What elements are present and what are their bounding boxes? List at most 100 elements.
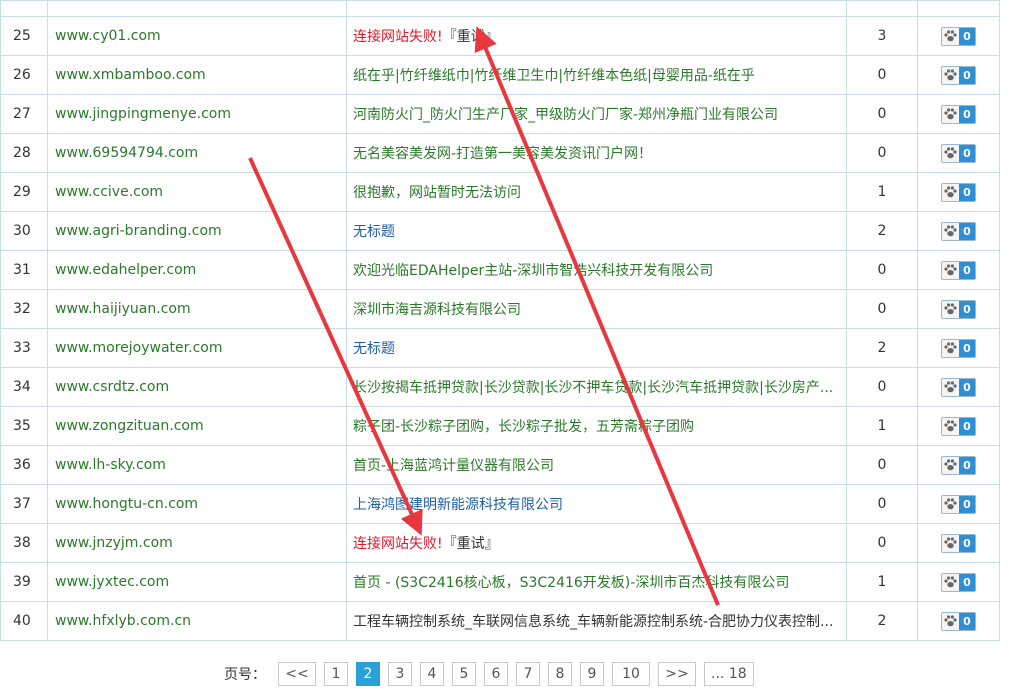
domain-link[interactable]: www.zongzituan.com [55, 418, 204, 434]
paw-button[interactable]: 0 [941, 611, 976, 631]
domain-link[interactable]: www.jnzyjm.com [55, 535, 173, 551]
link-count: 0 [846, 94, 918, 134]
page-button[interactable]: 3 [388, 662, 412, 686]
domain-link[interactable]: www.hfxlyb.com.cn [55, 613, 191, 629]
domain-cell: www.xmbamboo.com [47, 55, 347, 95]
domain-cell: www.agri-branding.com [47, 211, 347, 251]
domain-link[interactable]: www.lh-sky.com [55, 457, 166, 473]
domain-cell: www.ccive.com [47, 172, 347, 212]
prev-page-button[interactable]: << [278, 662, 316, 686]
site-title-cell: 无标题 [346, 328, 847, 368]
link-count: 0 [846, 445, 918, 485]
retry-link[interactable]: 『重试』 [443, 29, 499, 45]
paw-icon [942, 262, 959, 279]
page-button[interactable]: 4 [420, 662, 444, 686]
paw-button[interactable]: 0 [941, 338, 976, 358]
row-number: 40 [0, 601, 48, 641]
domain-cell: www.zongzituan.com [47, 406, 347, 446]
paw-button[interactable]: 0 [941, 572, 976, 592]
site-title-cell: 欢迎光临EDAHelper主站-深圳市智浩兴科技开发有限公司 [346, 250, 847, 290]
row-number: 25 [0, 16, 48, 56]
table-row: 33 www.morejoywater.com 无标题 2 0 [0, 328, 1000, 368]
site-title: 河南防火门_防火门生产厂家_甲级防火门厂家-郑州净瓶门业有限公司 [353, 107, 779, 123]
domain-link[interactable]: www.morejoywater.com [55, 340, 222, 356]
domain-link[interactable]: www.csrdtz.com [55, 379, 169, 395]
paw-button[interactable]: 0 [941, 533, 976, 553]
paw-icon [942, 301, 959, 318]
paw-button[interactable]: 0 [941, 416, 976, 436]
paw-button[interactable]: 0 [941, 260, 976, 280]
paw-button[interactable]: 0 [941, 182, 976, 202]
site-title-cell: 长沙按揭车抵押贷款|长沙贷款|长沙不押车贷款|长沙汽车抵押贷款|长沙房产... [346, 367, 847, 407]
paw-icon [942, 106, 959, 123]
domain-link[interactable]: www.cy01.com [55, 28, 161, 44]
domain-link[interactable]: www.edahelper.com [55, 262, 196, 278]
domain-link[interactable]: www.hongtu-cn.com [55, 496, 198, 512]
row-number: 36 [0, 445, 48, 485]
paw-button[interactable]: 0 [941, 377, 976, 397]
action-cell: 0 [917, 133, 1000, 173]
domain-link[interactable]: www.ccive.com [55, 184, 163, 200]
page-button-current[interactable]: 2 [356, 662, 380, 686]
site-title-cell: 纸在乎|竹纤维纸巾|竹纤维卫生巾|竹纤维本色纸|母婴用品-纸在乎 [346, 55, 847, 95]
paw-button[interactable]: 0 [941, 299, 976, 319]
cell-empty [47, 0, 347, 17]
domain-cell: www.morejoywater.com [47, 328, 347, 368]
page-button[interactable]: 6 [484, 662, 508, 686]
action-cell: 0 [917, 523, 1000, 563]
table-row: 39 www.jyxtec.com 首页 - (S3C2416核心板，S3C2416… [0, 562, 1000, 602]
domain-link[interactable]: www.haijiyuan.com [55, 301, 191, 317]
page-button[interactable]: 1 [324, 662, 348, 686]
site-title: 连接网站失败! [353, 536, 443, 552]
count-badge: 0 [959, 144, 975, 162]
next-page-button[interactable]: >> [658, 662, 696, 686]
domain-link[interactable]: www.jingpingmenye.com [55, 106, 231, 122]
paw-icon [942, 379, 959, 396]
last-page-button[interactable]: ... 18 [704, 662, 754, 686]
action-cell: 0 [917, 406, 1000, 446]
site-title: 首页 - (S3C2416核心板，S3C2416开发板)-深圳市百杰科技有限公司 [353, 575, 790, 591]
site-title: 深圳市海吉源科技有限公司 [353, 302, 521, 318]
domain-link[interactable]: www.69594794.com [55, 145, 198, 161]
domain-link[interactable]: www.xmbamboo.com [55, 67, 206, 83]
paw-icon [942, 340, 959, 357]
table-row: 37 www.hongtu-cn.com 上海鸿图建明新能源科技有限公司 0 0 [0, 484, 1000, 524]
pagination-label: 页号： [224, 667, 266, 683]
count-badge: 0 [959, 573, 975, 591]
count-badge: 0 [959, 222, 975, 240]
retry-link[interactable]: 『重试』 [443, 536, 499, 552]
paw-button[interactable]: 0 [941, 455, 976, 475]
site-title-cell: 无名美容美发网-打造第一美容美发资讯门户网！ [346, 133, 847, 173]
paw-button[interactable]: 0 [941, 143, 976, 163]
site-title: 无标题 [353, 224, 395, 240]
paw-button[interactable]: 0 [941, 65, 976, 85]
page-button[interactable]: 7 [516, 662, 540, 686]
row-number: 28 [0, 133, 48, 173]
paw-button[interactable]: 0 [941, 26, 976, 46]
page-button[interactable]: 10 [612, 662, 650, 686]
domain-link[interactable]: www.agri-branding.com [55, 223, 222, 239]
cell-empty [346, 0, 847, 17]
count-badge: 0 [959, 456, 975, 474]
site-title-cell: 粽子团-长沙粽子团购，长沙粽子批发，五芳斋粽子团购 [346, 406, 847, 446]
action-cell: 0 [917, 445, 1000, 485]
page-button[interactable]: 5 [452, 662, 476, 686]
link-count: 2 [846, 211, 918, 251]
paw-button[interactable]: 0 [941, 104, 976, 124]
paw-button[interactable]: 0 [941, 494, 976, 514]
paw-icon [942, 28, 959, 45]
table-row-partial [0, 0, 1000, 17]
table-row: 31 www.edahelper.com 欢迎光临EDAHelper主站-深圳市智浩… [0, 250, 1000, 290]
link-count: 2 [846, 328, 918, 368]
paw-icon [942, 145, 959, 162]
site-title: 工程车辆控制系统_车联网信息系统_车辆新能源控制系统-合肥协力仪表控制... [353, 614, 834, 630]
table-row: 29 www.ccive.com 很抱歉，网站暂时无法访问 1 0 [0, 172, 1000, 212]
paw-button[interactable]: 0 [941, 221, 976, 241]
page-button[interactable]: 8 [548, 662, 572, 686]
domain-cell: www.jingpingmenye.com [47, 94, 347, 134]
domain-cell: www.csrdtz.com [47, 367, 347, 407]
domain-cell: www.69594794.com [47, 133, 347, 173]
domain-link[interactable]: www.jyxtec.com [55, 574, 169, 590]
table-row: 30 www.agri-branding.com 无标题 2 0 [0, 211, 1000, 251]
page-button[interactable]: 9 [580, 662, 604, 686]
